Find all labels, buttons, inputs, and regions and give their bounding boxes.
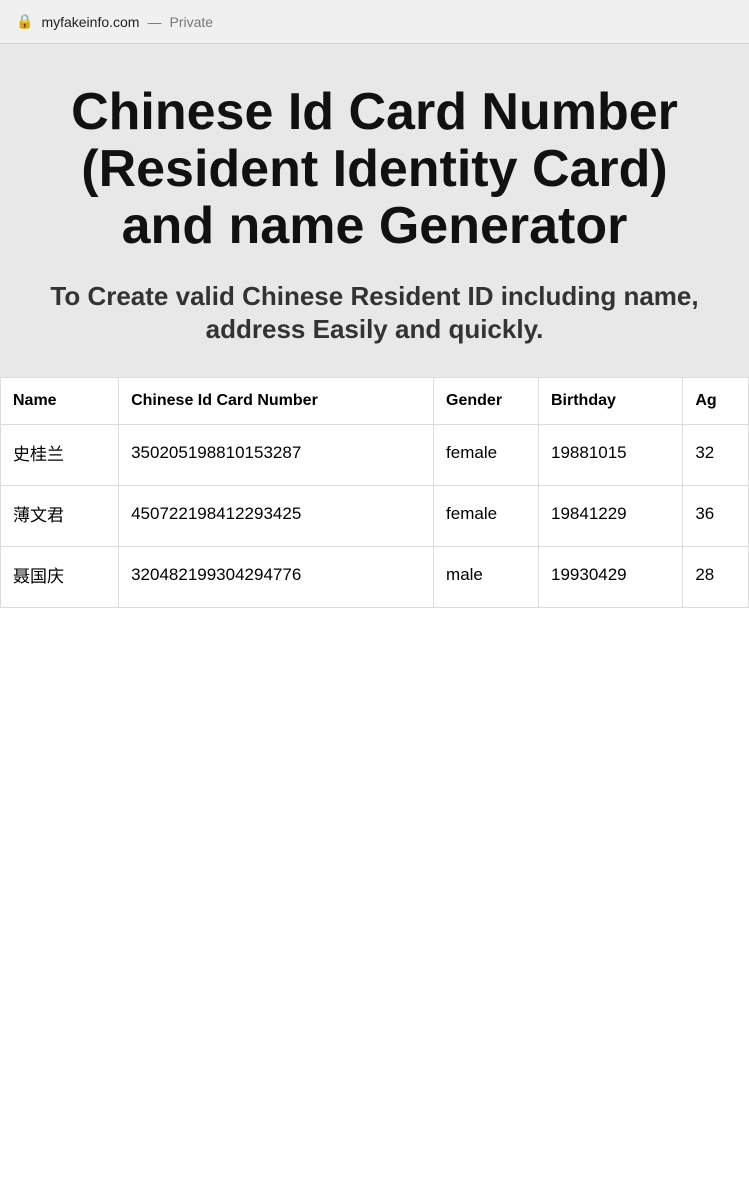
id-card-table: Name Chinese Id Card Number Gender Birth… <box>0 377 749 607</box>
page-title: Chinese Id Card Number (Resident Identit… <box>30 84 719 256</box>
cell-name: 史桂兰 <box>1 425 119 486</box>
cell-gender: female <box>434 425 539 486</box>
url-text: myfakeinfo.com <box>41 14 139 30</box>
cell-name: 薄文君 <box>1 485 119 546</box>
col-header-birthday: Birthday <box>539 378 683 425</box>
hero-section: Chinese Id Card Number (Resident Identit… <box>0 44 749 377</box>
cell-name: 聂国庆 <box>1 546 119 607</box>
col-header-name: Name <box>1 378 119 425</box>
col-header-age: Ag <box>683 378 749 425</box>
cell-id-number: 450722198412293425 <box>119 485 434 546</box>
col-header-gender: Gender <box>434 378 539 425</box>
private-label: Private <box>169 14 213 30</box>
cell-birthday: 19841229 <box>539 485 683 546</box>
cell-age: 36 <box>683 485 749 546</box>
page-subtitle: To Create valid Chinese Resident ID incl… <box>30 280 719 348</box>
table-header-row: Name Chinese Id Card Number Gender Birth… <box>1 378 749 425</box>
table-section: Name Chinese Id Card Number Gender Birth… <box>0 377 749 607</box>
cell-gender: female <box>434 485 539 546</box>
browser-bar: 🔒 myfakeinfo.com — Private <box>0 0 749 44</box>
private-separator: — <box>147 14 161 30</box>
lock-icon: 🔒 <box>16 13 33 30</box>
cell-id-number: 320482199304294776 <box>119 546 434 607</box>
col-header-id: Chinese Id Card Number <box>119 378 434 425</box>
cell-age: 28 <box>683 546 749 607</box>
table-row: 聂国庆320482199304294776male1993042928 <box>1 546 749 607</box>
cell-birthday: 19930429 <box>539 546 683 607</box>
cell-age: 32 <box>683 425 749 486</box>
cell-id-number: 350205198810153287 <box>119 425 434 486</box>
cell-gender: male <box>434 546 539 607</box>
table-row: 史桂兰350205198810153287female1988101532 <box>1 425 749 486</box>
table-row: 薄文君450722198412293425female1984122936 <box>1 485 749 546</box>
cell-birthday: 19881015 <box>539 425 683 486</box>
